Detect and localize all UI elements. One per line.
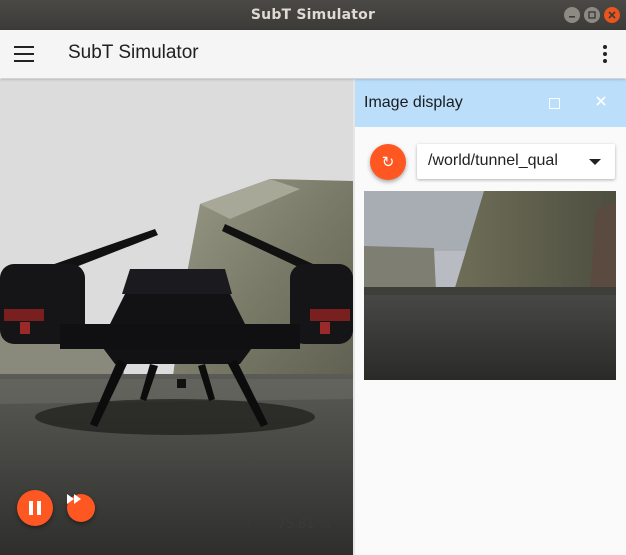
close-window-button[interactable] <box>604 7 620 23</box>
panel-header: Image display <box>355 79 626 127</box>
scene-render <box>0 79 353 555</box>
minimize-icon <box>569 16 575 18</box>
refresh-button[interactable]: ↻ <box>370 144 406 180</box>
pause-icon <box>29 501 33 515</box>
dropdown-arrow-icon <box>589 159 601 165</box>
menu-icon[interactable] <box>14 46 34 62</box>
fast-forward-icon <box>67 494 81 504</box>
minimize-window-button[interactable] <box>564 7 580 23</box>
topic-select[interactable]: /world/tunnel_qual <box>417 144 615 179</box>
panel-title: Image display <box>364 94 463 111</box>
scene-viewport[interactable]: ‹ 75.81 % <box>0 79 353 555</box>
refresh-icon: ↻ <box>381 153 395 171</box>
maximize-icon <box>588 11 596 19</box>
chevron-left-icon[interactable]: ‹ <box>246 517 251 532</box>
app-title: SubT Simulator <box>68 42 199 63</box>
window-titlebar: SubT Simulator <box>0 0 626 30</box>
app-bar: SubT Simulator <box>0 30 626 78</box>
pause-button[interactable] <box>17 490 53 526</box>
window-title: SubT Simulator <box>250 7 376 23</box>
more-options-icon[interactable] <box>603 45 607 66</box>
camera-image <box>364 191 616 380</box>
close-panel-icon[interactable] <box>595 95 607 107</box>
image-display-panel: Image display ↻ /world/tunnel_qual <box>355 79 626 555</box>
fast-forward-button[interactable] <box>67 494 95 522</box>
topic-select-value: /world/tunnel_qual <box>428 152 558 169</box>
close-icon <box>608 11 616 19</box>
maximize-panel-icon[interactable] <box>549 98 560 109</box>
window-controls <box>564 7 620 23</box>
real-time-factor-value: 75.81 % <box>277 517 332 532</box>
maximize-window-button[interactable] <box>584 7 600 23</box>
real-time-factor: ‹ 75.81 % <box>246 517 331 532</box>
